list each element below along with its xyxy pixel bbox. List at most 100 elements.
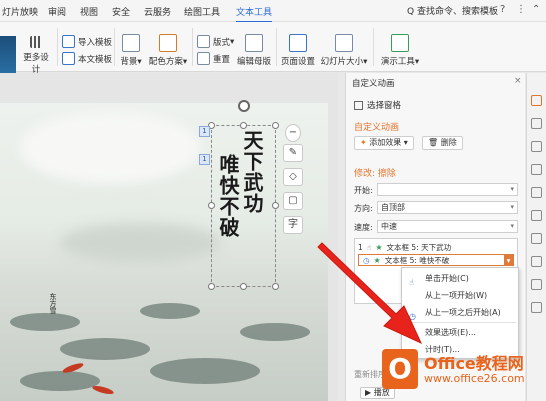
add-effect-button[interactable]: ✦ 添加效果 ▾ (354, 136, 414, 150)
trash-icon: 🗑 (428, 138, 439, 147)
presentation-icon (391, 34, 409, 52)
menu-cloud[interactable]: 云服务 (144, 5, 171, 18)
calligraphy-line-2: 唯快不破 (216, 154, 240, 238)
add-effect-icon: ✦ (360, 138, 367, 147)
background-icon (122, 34, 140, 52)
background-button[interactable]: 背景▾ (118, 34, 144, 67)
lily-pad (240, 323, 310, 341)
menu-bar: 灯片放映 审阅 视图 安全 云服务 绘图工具 文本工具 Q 查找命令、搜索模板 … (0, 0, 546, 23)
speed-dropdown[interactable]: 中速 (377, 220, 518, 233)
resize-handle[interactable] (208, 202, 215, 209)
menu-item-effect-options[interactable]: 效果选项(E)... (402, 324, 518, 341)
send-icon[interactable] (531, 279, 542, 290)
menu-drawing-tools[interactable]: 绘图工具 (184, 5, 220, 18)
import-icon (62, 35, 75, 48)
layout-icon (197, 35, 210, 48)
clock-icon: ◷ (363, 255, 370, 265)
pane-title[interactable]: 自定义动画 (352, 77, 395, 89)
selection-pane-button[interactable]: 选择窗格 (354, 99, 401, 111)
chevron-down-icon[interactable]: ▾ (504, 254, 513, 266)
presentation-tools-button[interactable]: 演示工具▾ (378, 34, 422, 67)
apps-icon[interactable] (531, 302, 542, 313)
fill-icon[interactable]: ◇ (283, 168, 303, 186)
slide-size-icon (335, 34, 353, 52)
import-template-button[interactable]: 导入模板 (62, 35, 112, 48)
resize-handle[interactable] (272, 122, 279, 129)
modify-label: 修改: 擦除 (354, 169, 396, 179)
this-template-button[interactable]: 本文模板 (62, 52, 112, 65)
lily-pad (10, 313, 80, 331)
menu-review[interactable]: 审阅 (48, 5, 66, 18)
more-icon[interactable]: ⋮ (516, 4, 526, 15)
color-scheme-button[interactable]: 配色方案▾ (148, 34, 188, 67)
template-icon (62, 52, 75, 65)
menu-text-tools[interactable]: 文本工具 (236, 5, 273, 23)
selection-pane-icon (354, 100, 363, 110)
page-setup-button[interactable]: 页面设置 (280, 34, 316, 67)
close-icon[interactable]: × (514, 76, 522, 86)
resize-handle[interactable] (272, 202, 279, 209)
menu-item-start-on-click[interactable]: ☝ 单击开始(C) (402, 270, 518, 287)
direction-label: 方向: (354, 204, 373, 213)
menu-separator (406, 322, 516, 323)
slide[interactable]: 东方雪 (0, 103, 328, 401)
resize-handle[interactable] (272, 283, 279, 290)
menu-security[interactable]: 安全 (112, 5, 130, 18)
page-setup-icon (289, 34, 307, 52)
command-search[interactable]: Q 查找命令、搜索模板 (407, 4, 498, 17)
animation-panel-icon[interactable] (531, 95, 542, 106)
list-item[interactable]: ◷ ★ 文本框 5: 唯快不破 ▾ (358, 254, 514, 266)
watermark-brand: Office教程网 (424, 354, 524, 373)
ribbon-divider (57, 28, 58, 66)
mist-decoration (20, 113, 200, 183)
start-dropdown[interactable] (377, 183, 518, 196)
cursor-icon[interactable] (531, 118, 542, 129)
resize-handle[interactable] (240, 122, 247, 129)
resize-handle[interactable] (208, 283, 215, 290)
selected-textbox[interactable]: 天下武功 唯快不破 (211, 125, 276, 287)
table-icon[interactable] (531, 233, 542, 244)
ribbon-divider (114, 28, 115, 66)
share-icon[interactable] (531, 256, 542, 267)
koi-fish (91, 384, 115, 396)
design-thumbnail[interactable] (0, 36, 16, 74)
shape-icon[interactable] (531, 141, 542, 152)
animation-order-tag[interactable]: 1 (199, 126, 210, 137)
office-logo: O (382, 349, 418, 389)
lily-pad (20, 371, 100, 391)
menu-view[interactable]: 视图 (80, 5, 98, 18)
more-design-button[interactable]: 更多设计 (20, 36, 52, 75)
lily-pad (60, 338, 150, 360)
animation-order-tag[interactable]: 1 (199, 154, 210, 165)
slide-size-button[interactable]: 幻灯片大小▾ (318, 34, 370, 67)
layout-button[interactable]: 版式 ▾ (197, 35, 234, 48)
delete-button[interactable]: 🗑 删除 (422, 136, 463, 150)
section-header: 自定义动画 (354, 123, 400, 133)
pen-icon[interactable]: ✎ (283, 144, 303, 162)
text-icon[interactable] (531, 210, 542, 221)
text-style-icon[interactable]: 字 (283, 216, 303, 234)
copy-icon[interactable] (531, 187, 542, 198)
help-icon[interactable]: ? (500, 4, 505, 15)
adjust-icon[interactable] (531, 164, 542, 175)
collapse-icon[interactable]: ⌃ (532, 4, 540, 15)
outline-icon[interactable]: ▢ (283, 192, 303, 210)
minus-icon[interactable]: − (285, 124, 301, 142)
context-menu: ☝ 单击开始(C) 从上一项开始(W) ◷ 从上一项之后开始(A) 效果选项(E).… (401, 267, 519, 359)
ribbon-toolbar: 更多设计 导入模板 本文模板 背景▾ 配色方案▾ 版式 ▾ 重置 编辑母版 页面设… (0, 22, 546, 75)
rotate-handle[interactable] (238, 100, 250, 112)
menu-item-start-after-previous[interactable]: ◷ 从上一项之后开始(A) (402, 304, 518, 321)
list-item[interactable]: 1 ☝ ★ 文本框 5: 天下武功 (358, 241, 514, 253)
ribbon-divider (373, 28, 374, 66)
menu-item-start-with-previous[interactable]: 从上一项开始(W) (402, 287, 518, 304)
resize-handle[interactable] (240, 283, 247, 290)
lily-pad (140, 303, 200, 319)
menu-slideshow[interactable]: 灯片放映 (2, 5, 38, 18)
edit-master-button[interactable]: 编辑母版 (236, 34, 272, 67)
lily-pad (150, 358, 260, 384)
reset-button[interactable]: 重置 (197, 52, 230, 65)
star-icon: ★ (373, 255, 381, 265)
mist-decoration (60, 223, 220, 263)
direction-dropdown[interactable]: 自顶部 (377, 201, 518, 214)
play-icon: ▶ (365, 388, 372, 397)
